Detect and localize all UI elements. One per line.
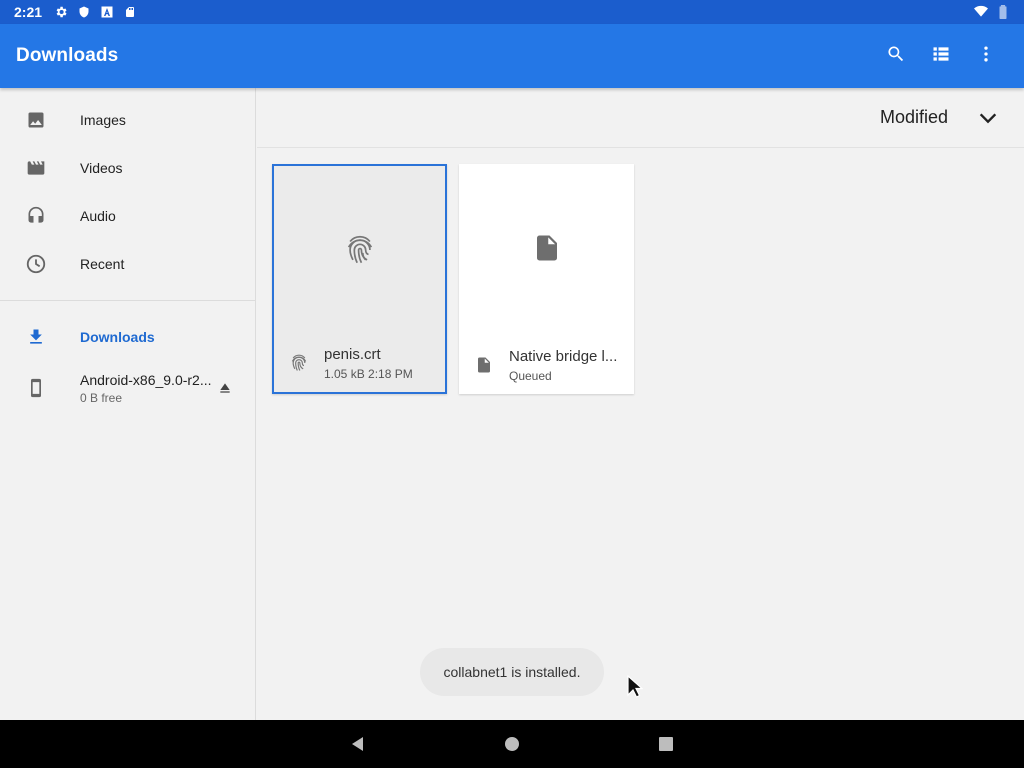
list-view-button[interactable] (918, 32, 963, 80)
image-icon (24, 108, 48, 132)
sidebar-item-images[interactable]: Images (0, 96, 255, 144)
wifi-icon (974, 5, 988, 19)
file-name: penis.crt (324, 345, 381, 363)
sidebar-item-label: Videos (80, 160, 123, 176)
more-vert-icon (976, 44, 996, 69)
sidebar-item-label: Downloads (80, 329, 155, 345)
status-time: 2:21 (14, 4, 43, 20)
more-options-button[interactable] (963, 32, 1008, 80)
back-icon[interactable] (346, 732, 370, 756)
fingerprint-icon (288, 352, 310, 374)
movie-icon (24, 156, 48, 180)
mouse-cursor-icon (627, 674, 644, 699)
sidebar-item-videos[interactable]: Videos (0, 144, 255, 192)
sidebar-item-audio[interactable]: Audio (0, 192, 255, 240)
file-grid: penis.crt 1.05 kB 2:18 PM Native bridge … (272, 164, 634, 394)
sd-card-icon (123, 5, 137, 19)
search-button[interactable] (873, 32, 918, 80)
page-title: Downloads (16, 45, 119, 66)
font-icon (100, 5, 114, 19)
system-nav-bar (0, 720, 1024, 768)
file-meta: 1.05 kB 2:18 PM (324, 366, 413, 381)
sidebar-item-label: Images (80, 112, 126, 128)
recents-icon[interactable] (654, 732, 678, 756)
search-icon (886, 44, 906, 69)
sidebar-divider (0, 300, 255, 301)
sort-bar: Modified (257, 88, 1024, 148)
download-icon (24, 325, 48, 349)
main-content: Modified penis.crt 1.05 kB 2:18 PM Nativ… (257, 88, 1024, 720)
battery-icon (996, 5, 1010, 19)
file-meta: Queued (509, 368, 552, 383)
app-bar: Downloads (0, 24, 1024, 88)
storage-root-free-space: 0 B free (80, 390, 123, 405)
file-thumbnail (459, 164, 634, 336)
phone-icon (24, 376, 48, 400)
file-thumbnail (274, 166, 445, 338)
sidebar-item-label: Audio (80, 208, 116, 224)
storage-root-title: Android-x86_9.0-r2... (80, 371, 212, 388)
fingerprint-icon (343, 233, 377, 272)
status-bar: 2:21 (0, 0, 1024, 24)
shield-icon (77, 5, 91, 19)
toast-message: collabnet1 is installed. (420, 648, 604, 696)
eject-icon[interactable] (215, 378, 235, 398)
sidebar-item-downloads[interactable]: Downloads (0, 313, 255, 361)
file-name: Native bridge l... (509, 347, 618, 365)
sidebar-item-storage-root[interactable]: Android-x86_9.0-r2... 0 B free (0, 361, 255, 415)
file-icon (473, 354, 495, 376)
file-card[interactable]: penis.crt 1.05 kB 2:18 PM (272, 164, 447, 394)
settings-icon (54, 5, 68, 19)
sidebar: Images Videos Audio Recent Downloads And… (0, 88, 256, 720)
headphones-icon (24, 204, 48, 228)
clock-icon (24, 252, 48, 276)
file-card[interactable]: Native bridge l... Queued (459, 164, 634, 394)
file-icon (532, 231, 562, 270)
sort-dropdown[interactable]: Modified (880, 107, 948, 128)
sidebar-item-recent[interactable]: Recent (0, 240, 255, 288)
list-view-icon (931, 44, 951, 69)
chevron-down-icon[interactable] (976, 106, 1000, 130)
home-icon[interactable] (500, 732, 524, 756)
sidebar-item-label: Recent (80, 256, 125, 272)
